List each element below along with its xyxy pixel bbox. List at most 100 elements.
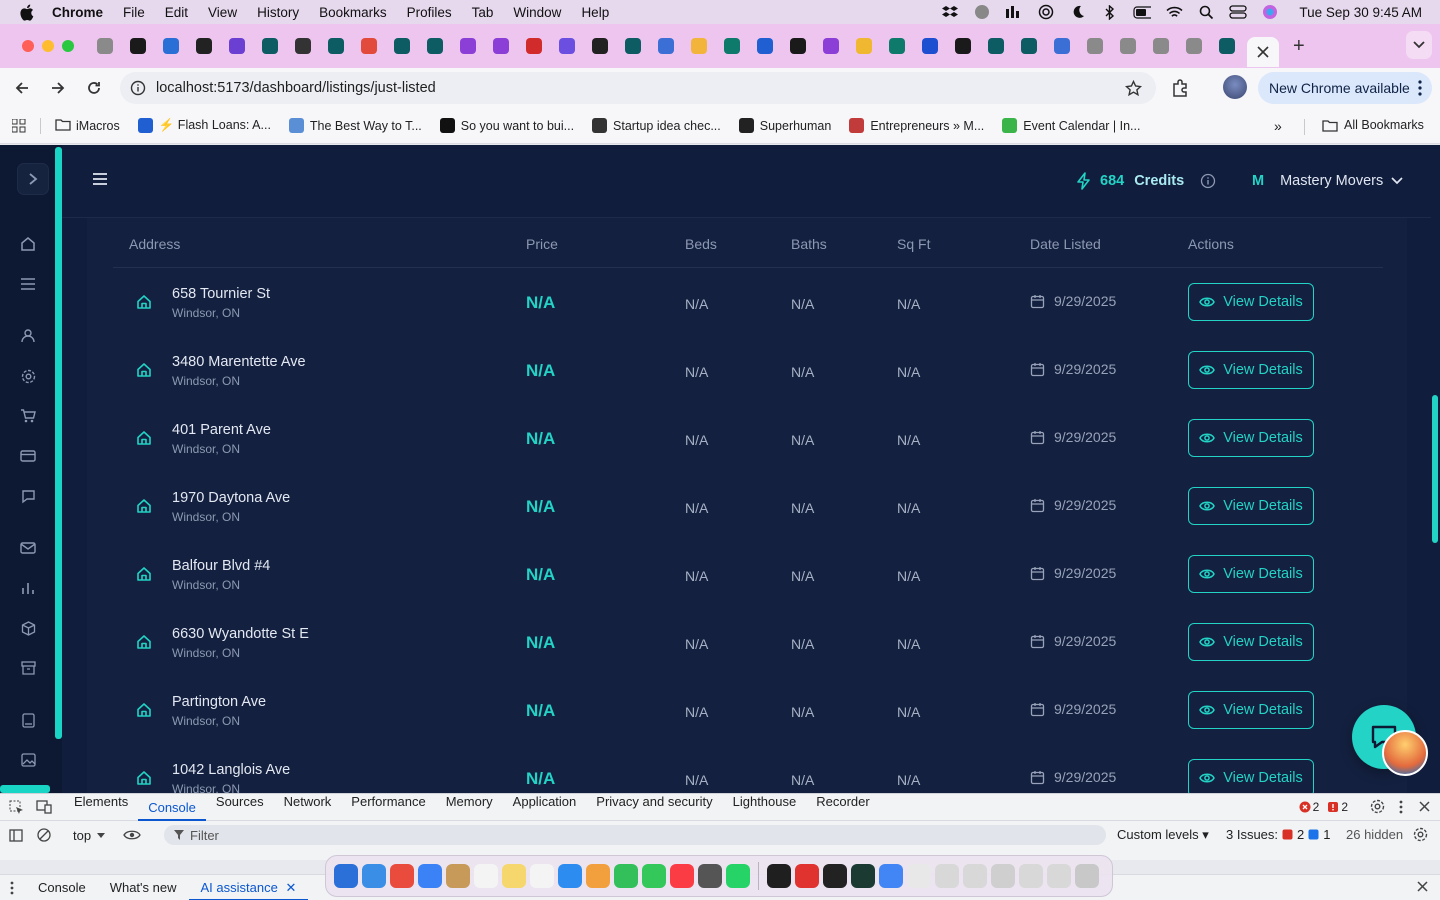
control-center-icon[interactable]: [1229, 5, 1248, 19]
browser-tab[interactable]: [125, 33, 151, 59]
browser-tab[interactable]: [158, 33, 184, 59]
dock-app-icon[interactable]: [935, 864, 959, 888]
devtools-tab-application[interactable]: Application: [503, 794, 587, 821]
devtools-tab-recorder[interactable]: Recorder: [806, 794, 879, 821]
bookmark-item[interactable]: Startup idea chec...: [592, 118, 721, 133]
browser-tab[interactable]: [1148, 33, 1174, 59]
view-details-button[interactable]: View Details: [1188, 487, 1314, 525]
bookmark-item[interactable]: Event Calendar | In...: [1002, 118, 1140, 133]
globe-icon[interactable]: [973, 5, 991, 19]
image-icon[interactable]: [19, 751, 37, 769]
drawer-menu-icon[interactable]: [10, 881, 14, 895]
dock-app-icon[interactable]: [558, 864, 582, 888]
view-details-button[interactable]: View Details: [1188, 419, 1314, 457]
table-row[interactable]: 6630 Wyandotte St E Windsor, ON N/A N/A …: [113, 608, 1383, 676]
airdrop-icon[interactable]: [1037, 4, 1055, 20]
browser-tab[interactable]: [488, 33, 514, 59]
column-header-baths[interactable]: Baths: [791, 236, 827, 252]
browser-tab[interactable]: [950, 33, 976, 59]
dock-app-icon[interactable]: [614, 864, 638, 888]
browser-tab[interactable]: [1016, 33, 1042, 59]
console-filter-input[interactable]: Filter: [164, 825, 1106, 845]
view-details-button[interactable]: View Details: [1188, 555, 1314, 593]
column-header-address[interactable]: Address: [129, 236, 180, 252]
view-details-button[interactable]: View Details: [1188, 691, 1314, 729]
browser-tab[interactable]: [224, 33, 250, 59]
browser-tab[interactable]: [389, 33, 415, 59]
dropbox-icon[interactable]: [941, 5, 959, 19]
table-row[interactable]: Balfour Blvd #4 Windsor, ON N/A N/A N/A …: [113, 540, 1383, 608]
credits-info-icon[interactable]: [1200, 173, 1216, 189]
dock-app-icon[interactable]: [963, 864, 987, 888]
dock-app-icon[interactable]: [726, 864, 750, 888]
menu-history[interactable]: History: [247, 5, 309, 20]
dock-app-icon[interactable]: [362, 864, 386, 888]
new-chrome-available-button[interactable]: New Chrome available: [1258, 72, 1432, 104]
table-row[interactable]: 1042 Langlois Ave Windsor, ON N/A N/A N/…: [113, 744, 1383, 793]
drawer-tab-ai-assistance[interactable]: AI assistance ✕: [188, 875, 309, 900]
reload-button[interactable]: [76, 80, 112, 96]
dock-app-icon[interactable]: [586, 864, 610, 888]
browser-tab[interactable]: [686, 33, 712, 59]
bar-chart-icon[interactable]: [19, 579, 37, 597]
browser-tab[interactable]: [521, 33, 547, 59]
table-row[interactable]: 658 Tournier St Windsor, ON N/A N/A N/A …: [113, 268, 1383, 336]
menu-bookmarks[interactable]: Bookmarks: [309, 5, 397, 20]
menu-help[interactable]: Help: [571, 5, 619, 20]
chat-agent-avatar[interactable]: [1382, 730, 1428, 776]
dock-app-icon[interactable]: [851, 864, 875, 888]
browser-tab[interactable]: [554, 33, 580, 59]
browser-tab[interactable]: [1247, 37, 1279, 67]
page-scrollbar-thumb[interactable]: [1432, 395, 1438, 543]
menu-view[interactable]: View: [198, 5, 247, 20]
apps-grid-icon[interactable]: [12, 118, 26, 133]
dock-app-icon[interactable]: [502, 864, 526, 888]
drawer-close-icon[interactable]: [1417, 881, 1428, 892]
listing-address[interactable]: Partington Ave: [172, 694, 266, 710]
close-icon[interactable]: ✕: [285, 880, 296, 895]
page-scrollbar[interactable]: [1431, 145, 1440, 793]
bookmark-item[interactable]: iMacros: [55, 118, 120, 133]
listing-address[interactable]: 1042 Langlois Ave: [172, 762, 290, 778]
bookmark-item[interactable]: ⚡ Flash Loans: A...: [137, 118, 271, 133]
console-error-count[interactable]: 2: [1299, 800, 1319, 814]
view-details-button[interactable]: View Details: [1188, 351, 1314, 389]
browser-tab[interactable]: [356, 33, 382, 59]
sidebar-expand-button[interactable]: [17, 163, 49, 195]
archive-icon[interactable]: [19, 659, 37, 677]
browser-tab[interactable]: [587, 33, 613, 59]
devtools-tab-sources[interactable]: Sources: [206, 794, 274, 821]
devtools-tab-performance[interactable]: Performance: [341, 794, 435, 821]
browser-tab[interactable]: [752, 33, 778, 59]
chrome-menu-icon[interactable]: [1418, 80, 1422, 96]
drawer-tab-console[interactable]: Console: [26, 880, 98, 895]
dock-app-icon[interactable]: [390, 864, 414, 888]
browser-tab[interactable]: [1049, 33, 1075, 59]
browser-tab[interactable]: [1082, 33, 1108, 59]
browser-tab[interactable]: [1181, 33, 1207, 59]
devtools-settings-icon[interactable]: [1370, 799, 1385, 814]
mail-icon[interactable]: [19, 539, 37, 557]
dock-app-icon[interactable]: [418, 864, 442, 888]
credit-card-icon[interactable]: [19, 447, 37, 465]
view-details-button[interactable]: View Details: [1188, 623, 1314, 661]
browser-tab[interactable]: [422, 33, 448, 59]
browser-tab[interactable]: [257, 33, 283, 59]
browser-tab[interactable]: [1214, 33, 1240, 59]
column-header-price[interactable]: Price: [526, 236, 558, 252]
minimize-window-button[interactable]: [42, 40, 54, 52]
menu-app-name[interactable]: Chrome: [52, 5, 113, 20]
drawer-tab-whats-new[interactable]: What's new: [98, 880, 189, 895]
apple-icon[interactable]: [0, 4, 52, 21]
issues-counter[interactable]: 3 Issues: 2 1: [1226, 827, 1331, 842]
browser-tab[interactable]: [323, 33, 349, 59]
devtools-tab-privacy-and-security[interactable]: Privacy and security: [586, 794, 722, 821]
battery-icon[interactable]: [1133, 5, 1152, 19]
browser-tab[interactable]: [191, 33, 217, 59]
new-tab-button[interactable]: +: [1293, 35, 1305, 58]
package-icon[interactable]: [19, 619, 37, 637]
dock-app-icon[interactable]: [334, 864, 358, 888]
log-levels-dropdown[interactable]: Custom levels ▾: [1117, 827, 1209, 843]
devtools-tab-elements[interactable]: Elements: [64, 794, 138, 821]
column-header-sqft[interactable]: Sq Ft: [897, 236, 930, 252]
